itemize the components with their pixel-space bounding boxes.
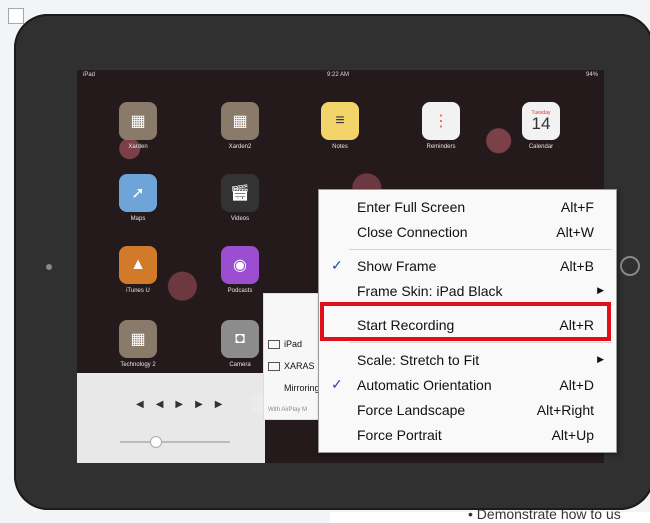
app-itunes-u[interactable]: ▲ iTunes U	[118, 246, 158, 294]
airplay-panel: iPad XARAS Mirroring With AirPlay M	[263, 293, 325, 420]
maps-icon: ➚	[119, 174, 157, 212]
calendar-day: 14	[531, 114, 551, 133]
app-podcasts[interactable]: ◉ Podcasts	[220, 246, 260, 294]
menu-item-label: Frame Skin: iPad Black	[357, 283, 503, 299]
ruler-corner[interactable]	[8, 8, 24, 24]
podcast-icon: ◉	[221, 246, 259, 284]
menu-separator	[349, 249, 612, 250]
menu-item-label: Force Portrait	[357, 427, 442, 443]
submenu-arrow-icon: ▶	[597, 285, 604, 295]
folder-grid-icon: ▦	[119, 102, 157, 140]
screen-icon	[268, 362, 280, 372]
app-label: Reminders	[426, 144, 456, 150]
reminders-icon: ⋮	[422, 102, 460, 140]
app-label: Technology 2	[120, 362, 156, 368]
menu-item-force-landscape[interactable]: Force Landscape Alt+Right	[319, 398, 616, 422]
app-label: Xarden	[128, 144, 148, 150]
menu-item-shortcut: Alt+W	[556, 224, 594, 240]
airplay-item-xaras[interactable]: XARAS	[268, 361, 315, 372]
airplay-footer: With AirPlay M	[268, 407, 308, 413]
app-label: Calendar	[528, 144, 554, 150]
menu-item-shortcut: Alt+D	[559, 377, 594, 393]
menu-item-frame-skin[interactable]: Frame Skin: iPad Black ▶	[319, 279, 616, 303]
front-camera-dot	[46, 264, 52, 270]
calendar-icon: Tuesday 14	[522, 102, 560, 140]
highlight-box	[320, 302, 611, 341]
screen-icon	[268, 340, 280, 350]
menu-item-label: Close Connection	[357, 224, 468, 240]
app-label: Camera	[229, 362, 251, 368]
menu-item-label: Show Frame	[357, 258, 437, 274]
app-label: Maps	[130, 216, 146, 222]
menu-item-automatic-orientation[interactable]: ✓ Automatic Orientation Alt+D	[319, 373, 616, 397]
menu-item-shortcut: Alt+Up	[551, 427, 594, 443]
menu-item-label: Automatic Orientation	[357, 377, 492, 393]
airplay-mirroring[interactable]: Mirroring	[284, 383, 320, 393]
fast-forward-icon[interactable]: ▶▶	[195, 399, 234, 410]
app-xarden2[interactable]: ▦ Xarden2	[220, 102, 260, 150]
camera-icon: ◘	[221, 320, 259, 358]
menu-item-show-frame[interactable]: ✓ Show Frame Alt+B	[319, 254, 616, 278]
graduation-cap-icon: ▲	[119, 246, 157, 284]
media-controls: ◀◀▶▶▶	[136, 399, 234, 410]
clapper-icon: 🎬︎	[221, 174, 259, 212]
app-videos[interactable]: 🎬︎ Videos	[220, 174, 260, 222]
app-label: iTunes U	[126, 288, 150, 294]
checkmark-icon: ✓	[331, 257, 343, 273]
airplay-item-label: XARAS	[284, 361, 315, 371]
status-time: 9:22 AM	[327, 72, 350, 78]
menu-item-shortcut: Alt+Right	[536, 402, 594, 418]
control-center-panel	[77, 373, 265, 463]
app-maps[interactable]: ➚ Maps	[118, 174, 158, 222]
app-label: Podcasts	[227, 288, 253, 294]
play-icon[interactable]: ▶	[175, 399, 195, 410]
app-xarden[interactable]: ▦ Xarden	[118, 102, 158, 150]
folder-grid-icon: ▦	[119, 320, 157, 358]
status-battery: 94%	[585, 72, 598, 78]
menu-item-force-portrait[interactable]: Force Portrait Alt+Up	[319, 423, 616, 447]
airplay-item-ipad[interactable]: iPad	[268, 339, 303, 350]
volume-slider-knob[interactable]	[150, 436, 162, 448]
volume-slider[interactable]	[120, 441, 230, 443]
app-notes[interactable]: ≡ Notes	[320, 102, 360, 150]
menu-item-label: Scale: Stretch to Fit	[357, 352, 480, 368]
app-calendar[interactable]: Tuesday 14 Calendar	[521, 102, 561, 150]
notes-icon: ≡	[321, 102, 359, 140]
menu-separator	[349, 342, 612, 343]
status-carrier: iPad	[83, 72, 96, 78]
app-label: Videos	[230, 216, 250, 222]
menu-item-label: Enter Full Screen	[357, 199, 466, 215]
app-camera[interactable]: ◘ Camera	[220, 320, 260, 368]
menu-item-scale[interactable]: Scale: Stretch to Fit ▶	[319, 348, 616, 372]
app-reminders[interactable]: ⋮ Reminders	[421, 102, 461, 150]
rewind-icon[interactable]: ◀◀	[136, 399, 175, 410]
home-button[interactable]	[620, 256, 640, 276]
app-label: Xarden2	[228, 144, 252, 150]
menu-item-shortcut: Alt+B	[560, 258, 594, 274]
folder-grid-icon: ▦	[221, 102, 259, 140]
submenu-arrow-icon: ▶	[597, 354, 604, 364]
menu-item-label: Force Landscape	[357, 402, 466, 418]
menu-item-shortcut: Alt+F	[560, 199, 594, 215]
app-technology[interactable]: ▦ Technology 2	[118, 320, 158, 368]
airplay-item-label: iPad	[284, 339, 303, 349]
app-label: Notes	[332, 144, 348, 150]
checkmark-icon: ✓	[331, 376, 343, 392]
menu-item-close-connection[interactable]: Close Connection Alt+W	[319, 220, 616, 244]
menu-item-enter-full-screen[interactable]: Enter Full Screen Alt+F	[319, 195, 616, 219]
